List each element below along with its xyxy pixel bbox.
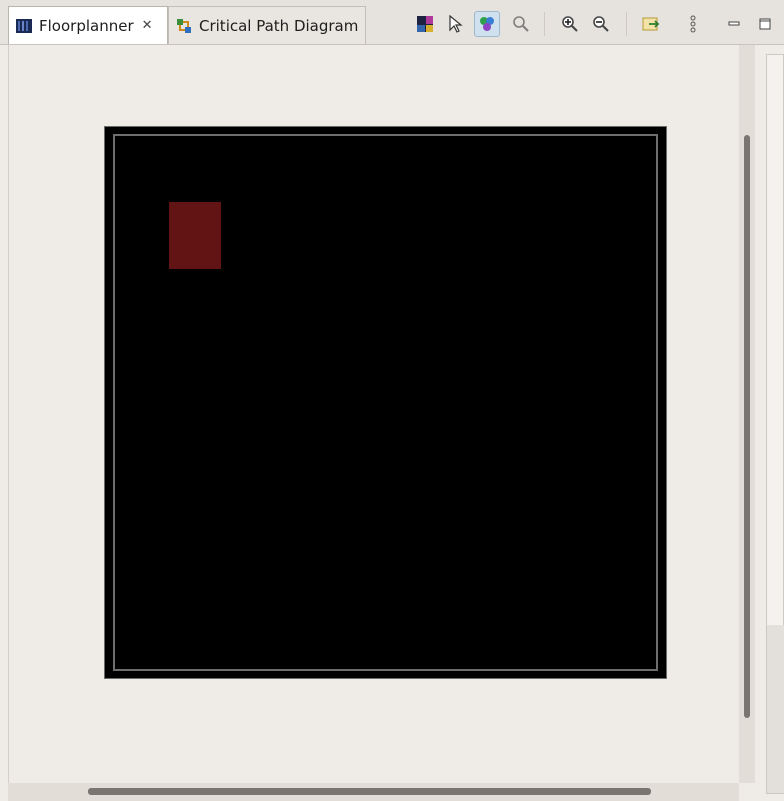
select-button[interactable]	[442, 11, 468, 37]
search-icon	[513, 16, 529, 32]
tab-floorplanner-label: Floorplanner	[39, 16, 134, 35]
export-icon	[642, 17, 660, 31]
color-nodes-icon	[480, 17, 494, 31]
toolbar-separator	[544, 12, 545, 36]
vertical-scroll-thumb[interactable]	[744, 135, 750, 718]
maximize-button[interactable]	[752, 11, 778, 37]
search-button[interactable]	[508, 11, 534, 37]
side-panel-lower	[767, 625, 784, 793]
color-nodes-button[interactable]	[474, 11, 500, 37]
floorplanner-color-icon	[417, 16, 433, 32]
view-tab-bar: Floorplanner ✕ Critical Path Diagram	[0, 0, 784, 45]
zoom-in-button[interactable]	[557, 11, 583, 37]
floorplanner-color-button[interactable]	[412, 11, 438, 37]
placed-block[interactable]	[169, 202, 221, 269]
critical-path-icon	[177, 18, 191, 33]
tab-critical-path-label: Critical Path Diagram	[199, 16, 359, 35]
close-icon[interactable]: ✕	[142, 18, 153, 33]
more-options-icon	[690, 15, 696, 33]
minimize-button[interactable]	[721, 11, 747, 37]
minimize-icon	[728, 21, 740, 26]
toolbar-separator	[626, 12, 627, 36]
zoom-out-icon	[593, 16, 609, 32]
zoom-in-icon	[562, 16, 578, 32]
floorplanner-icon	[16, 18, 32, 33]
horizontal-scroll-thumb[interactable]	[88, 788, 651, 795]
tab-critical-path-diagram[interactable]: Critical Path Diagram	[168, 6, 366, 44]
maximize-icon	[759, 18, 771, 30]
select-arrow-icon	[449, 15, 463, 33]
more-options-button[interactable]	[680, 11, 706, 37]
export-button[interactable]	[638, 11, 664, 37]
tab-floorplanner[interactable]: Floorplanner ✕	[8, 6, 168, 44]
zoom-out-button[interactable]	[588, 11, 614, 37]
